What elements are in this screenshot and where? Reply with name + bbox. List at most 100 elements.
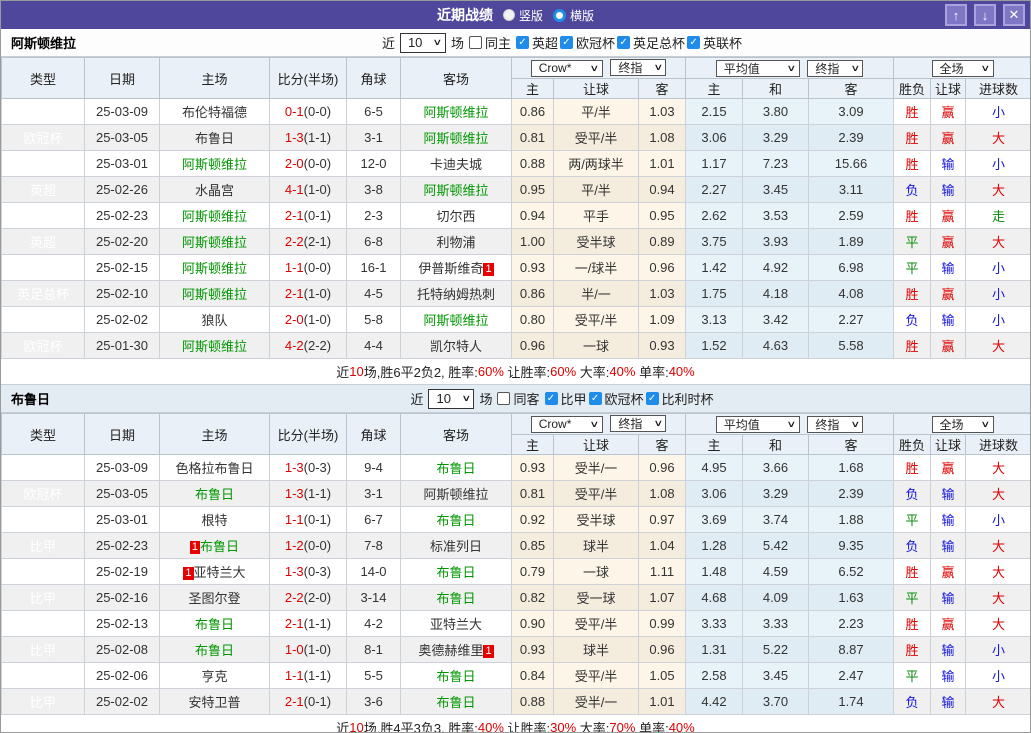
league-filter-checkbox[interactable]: ✓英联杯: [687, 33, 742, 52]
red-card-badge: 1: [190, 541, 200, 554]
team-label: 凯尔特人: [430, 339, 482, 354]
matches-count-select[interactable]: 10 ∨: [400, 33, 446, 53]
odds-away: 1.08: [639, 125, 686, 151]
corner-score: 3-1: [347, 125, 401, 151]
col-header-result-goals: 进球数: [966, 435, 1031, 455]
scope-select[interactable]: 全场∨: [932, 60, 994, 77]
avg-home: 1.75: [686, 281, 743, 307]
radio-selected-icon: [553, 9, 566, 22]
odds-header-cell: Crow*∨ 终指∨: [512, 58, 686, 79]
avg-draw: 3.29: [743, 481, 809, 507]
odds-handicap: 受半/一: [554, 455, 639, 481]
avg-away: 15.66: [809, 151, 894, 177]
result-outcome: 负: [894, 481, 931, 507]
match-score: 1-1(1-1): [270, 663, 347, 689]
team-name: 阿斯顿维拉: [11, 33, 76, 52]
avg-away: 2.59: [809, 203, 894, 229]
score-halftime: (0-0): [304, 260, 331, 275]
team-label: 伊普斯维奇: [418, 261, 483, 276]
summary-text: 70%: [609, 720, 635, 733]
match-score: 1-2(0-0): [270, 533, 347, 559]
avg-home: 4.42: [686, 689, 743, 715]
odds-handicap: 一球: [554, 333, 639, 359]
bookmaker-select[interactable]: Crow*∨: [531, 60, 603, 77]
bookmaker-select[interactable]: Crow*∨: [531, 416, 603, 433]
index-type-select-2[interactable]: 终指∨: [807, 416, 863, 433]
match-date: 25-02-26: [85, 177, 160, 203]
scope-select[interactable]: 全场∨: [932, 416, 994, 433]
match-row: 欧冠杯25-02-13布鲁日2-1(1-1)4-2亚特兰大0.90受平/半0.9…: [2, 611, 1031, 637]
index-type-select-2[interactable]: 终指∨: [807, 60, 863, 77]
league-badge: 英足总杯: [2, 151, 85, 177]
average-select[interactable]: 平均值∨: [716, 60, 800, 77]
same-venue-label: 同主: [485, 33, 511, 52]
league-filter-checkbox[interactable]: ✓欧冠杯: [589, 389, 644, 408]
result-outcome: 胜: [894, 203, 931, 229]
odds-home: 0.81: [512, 125, 554, 151]
league-filter-checkbox[interactable]: ✓欧冠杯: [560, 33, 615, 52]
layout-radio-vertical[interactable]: 竖版: [503, 7, 543, 24]
league-filter-checkbox[interactable]: ✓英足总杯: [617, 33, 685, 52]
col-header-odds-handicap: 让球: [554, 435, 639, 455]
team-label: 水晶宫: [195, 183, 234, 198]
index-type-select[interactable]: 终指∨: [610, 59, 666, 76]
away-team: 标准列日: [401, 533, 512, 559]
move-down-button[interactable]: ↓: [974, 4, 996, 26]
score-fulltime: 1-3: [285, 460, 304, 475]
match-date: 25-02-23: [85, 203, 160, 229]
col-header-date: 日期: [85, 58, 160, 99]
summary-text: 单率:: [635, 362, 668, 381]
avg-draw: 4.09: [743, 585, 809, 611]
summary-text: 40%: [669, 720, 695, 733]
match-row: 欧冠杯25-03-05布鲁日1-3(1-1)3-1阿斯顿维拉0.81受平/半1.…: [2, 125, 1031, 151]
result-handicap-bet: 赢: [931, 559, 966, 585]
col-header-result-handicap: 让球: [931, 79, 966, 99]
team-name: 布鲁日: [11, 389, 50, 408]
corner-score: 14-0: [347, 559, 401, 585]
layout-radio-horizontal[interactable]: 横版: [553, 7, 594, 24]
filter-matches-label: 场: [479, 389, 492, 408]
score-halftime: (2-0): [304, 590, 331, 605]
team-label: 阿斯顿维拉: [182, 261, 247, 276]
index-type-select[interactable]: 终指∨: [610, 415, 666, 432]
home-team: 布鲁日: [160, 481, 270, 507]
league-filter-checkbox[interactable]: ✓比甲: [545, 389, 587, 408]
team-label: 阿斯顿维拉: [423, 131, 488, 146]
score-halftime: (0-0): [304, 538, 331, 553]
result-goals: 大: [966, 125, 1031, 151]
team-summary: 近10场,胜4平3负3, 胜率:40% 让胜率:30% 大率:70% 单率:40…: [1, 715, 1030, 733]
result-outcome: 胜: [894, 333, 931, 359]
odds-away: 1.01: [639, 689, 686, 715]
odds-home: 0.82: [512, 585, 554, 611]
team-label: 卡迪夫城: [430, 157, 482, 172]
avg-home: 2.62: [686, 203, 743, 229]
same-venue-checkbox[interactable]: 同客: [497, 389, 539, 408]
average-select[interactable]: 平均值∨: [716, 416, 800, 433]
matches-count-select[interactable]: 10 ∨: [428, 389, 474, 409]
league-filter-checkbox[interactable]: ✓比利时杯: [646, 389, 714, 408]
col-header-score: 比分(半场): [270, 414, 347, 455]
avg-home: 1.28: [686, 533, 743, 559]
result-handicap-bet: 输: [931, 507, 966, 533]
same-venue-checkbox[interactable]: 同主: [469, 33, 511, 52]
odds-handicap: 平/半: [554, 99, 639, 125]
summary-text: 大率:: [576, 718, 609, 733]
home-team: 布鲁日: [160, 637, 270, 663]
league-filter-checkbox[interactable]: ✓英超: [516, 33, 558, 52]
result-goals: 小: [966, 255, 1031, 281]
avg-home: 3.13: [686, 307, 743, 333]
col-header-result-handicap: 让球: [931, 435, 966, 455]
avg-away: 8.87: [809, 637, 894, 663]
close-button[interactable]: ✕: [1003, 4, 1025, 26]
odds-away: 1.04: [639, 533, 686, 559]
move-up-button[interactable]: ↑: [945, 4, 967, 26]
odds-home: 0.88: [512, 151, 554, 177]
match-score: 2-1(1-0): [270, 281, 347, 307]
team-label: 阿斯顿维拉: [423, 183, 488, 198]
summary-text: 场,胜4平3负3, 胜率:: [364, 718, 478, 733]
avg-home: 1.52: [686, 333, 743, 359]
match-date: 25-02-16: [85, 585, 160, 611]
avg-draw: 3.93: [743, 229, 809, 255]
result-handicap-bet: 赢: [931, 229, 966, 255]
match-row: 英超25-02-20阿斯顿维拉2-2(2-1)6-8利物浦1.00受半球0.89…: [2, 229, 1031, 255]
